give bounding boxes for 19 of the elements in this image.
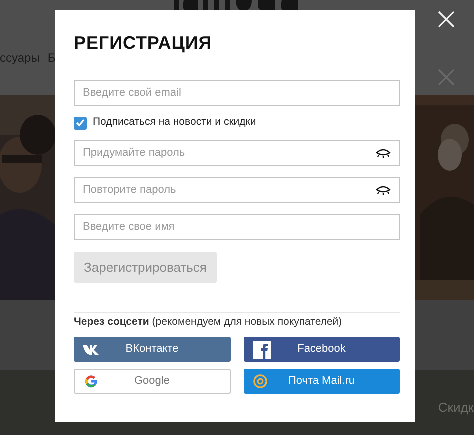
social-login-note: Через соцсети (рекомендуем для новых покупателей) xyxy=(74,315,344,329)
eye-icon[interactable] xyxy=(376,185,391,195)
password-field[interactable]: Придумайте пароль xyxy=(74,140,400,166)
input-field[interactable]: Введите свой email xyxy=(74,80,400,106)
vk-login-button[interactable]: ВКонтакте xyxy=(74,337,230,362)
checkbox-label: Подписаться на новости и скидки xyxy=(93,115,256,130)
eye-icon[interactable] xyxy=(376,148,391,158)
logo-drawing[interactable] xyxy=(174,0,300,11)
promo-text[interactable]: Скидк xyxy=(438,398,474,418)
dialog-title: РЕГИСТРАЦИЯ xyxy=(74,33,214,53)
facebook-logo-icon xyxy=(252,340,270,358)
mail-login-button[interactable]: Почта Mail.ru xyxy=(244,369,400,394)
google-logo-icon xyxy=(84,374,99,389)
input-field[interactable]: Введите свое имя xyxy=(74,214,400,240)
facebook-login-button[interactable]: Facebook xyxy=(244,337,400,362)
google-login-button[interactable]: Google xyxy=(74,369,230,394)
checkbox[interactable] xyxy=(74,116,87,130)
password-field[interactable]: Повторите пароль xyxy=(74,177,400,203)
vk-logo-icon xyxy=(83,344,100,354)
